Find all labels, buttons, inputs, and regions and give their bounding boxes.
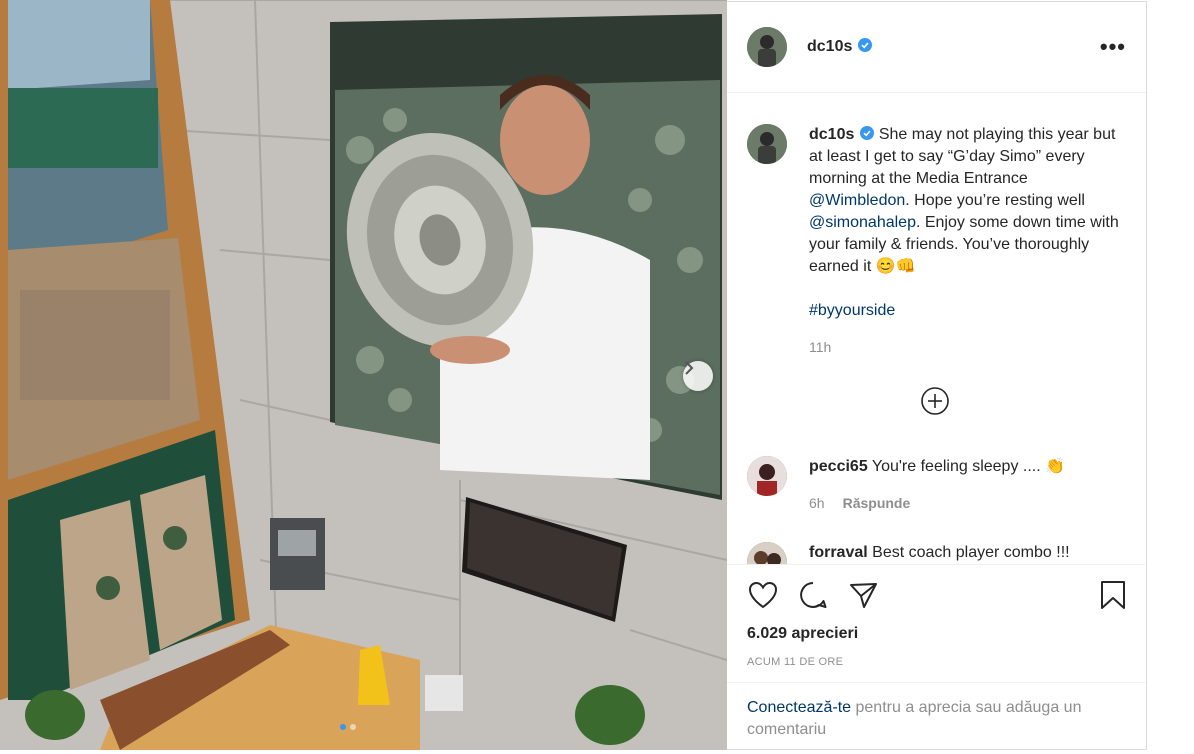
carousel-dot-1 bbox=[340, 724, 346, 730]
post-actions: 6.029 aprecieri ACUM 11 DE ORE bbox=[727, 564, 1145, 682]
comment-button[interactable] bbox=[797, 579, 829, 611]
login-link[interactable]: Conectează-te bbox=[747, 699, 851, 716]
comment-body: pecci65 You're feeling sleepy .... 👏 6h … bbox=[809, 456, 1065, 514]
caption-username[interactable]: dc10s bbox=[809, 126, 875, 143]
verified-badge-icon bbox=[858, 38, 873, 52]
author-avatar-image bbox=[747, 27, 787, 67]
carousel-indicator bbox=[340, 724, 356, 730]
comment-time: 6h bbox=[809, 495, 825, 511]
mention-wimbledon-link[interactable]: @Wimbledon bbox=[809, 192, 905, 209]
comment-username[interactable]: pecci65 bbox=[809, 458, 868, 475]
caption-username-text: dc10s bbox=[809, 126, 855, 143]
author-username-text: dc10s bbox=[807, 38, 853, 55]
hashtag-link[interactable]: #byyourside bbox=[809, 300, 1119, 322]
caption-text-2: . Hope you’re resting well bbox=[905, 192, 1085, 209]
comment-item: pecci65 You're feeling sleepy .... 👏 6h … bbox=[747, 456, 1137, 514]
commenter-avatar-image bbox=[747, 456, 787, 496]
author-avatar[interactable] bbox=[747, 27, 787, 67]
next-slide-button[interactable] bbox=[683, 361, 713, 391]
caption: dc10s She may not playing this year but … bbox=[747, 124, 1137, 358]
caption-avatar-image bbox=[747, 124, 787, 164]
post-photo[interactable] bbox=[0, 0, 727, 750]
comment-item: forraval Best coach player combo !!! bbox=[747, 542, 1137, 564]
commenter-avatar[interactable] bbox=[747, 542, 787, 564]
comment-text: You're feeling sleepy .... 👏 bbox=[871, 458, 1066, 475]
comment-bubble-icon bbox=[800, 582, 827, 608]
mention-simonahalep-link[interactable]: @simonahalep bbox=[809, 214, 916, 231]
caption-body: dc10s She may not playing this year but … bbox=[809, 124, 1119, 358]
chevron-right-icon bbox=[685, 361, 694, 375]
commenter-avatar-image bbox=[747, 542, 787, 564]
commenter-avatar[interactable] bbox=[747, 456, 787, 496]
reply-button[interactable]: Răspunde bbox=[843, 492, 911, 514]
plus-circle-icon bbox=[921, 387, 949, 415]
post-header: dc10s ••• bbox=[727, 2, 1146, 93]
caption-avatar[interactable] bbox=[747, 124, 787, 164]
comment-body: forraval Best coach player combo !!! bbox=[809, 542, 1070, 564]
caption-time: 11h bbox=[809, 339, 832, 355]
verified-badge-icon bbox=[860, 126, 875, 140]
bookmark-icon bbox=[1101, 581, 1125, 609]
post-image bbox=[0, 0, 727, 750]
more-options-button[interactable]: ••• bbox=[1100, 34, 1126, 60]
share-button[interactable] bbox=[847, 579, 879, 611]
comment-username[interactable]: forraval bbox=[809, 544, 868, 561]
load-more-comments-button[interactable] bbox=[920, 386, 950, 416]
post-timestamp[interactable]: ACUM 11 DE ORE bbox=[747, 656, 843, 668]
save-button[interactable] bbox=[1097, 579, 1129, 611]
comment-meta: 6h Răspunde bbox=[809, 492, 1065, 514]
like-button[interactable] bbox=[747, 579, 779, 611]
comment-text: Best coach player combo !!! bbox=[872, 544, 1070, 561]
paper-plane-icon bbox=[850, 583, 877, 608]
carousel-dot-2 bbox=[350, 724, 356, 730]
post-sidebar: dc10s ••• dc10s She may not playing this… bbox=[727, 1, 1147, 750]
login-prompt: Conectează-te pentru a aprecia sau adăug… bbox=[727, 682, 1145, 750]
action-icons bbox=[747, 579, 879, 611]
author-username[interactable]: dc10s bbox=[807, 38, 873, 56]
heart-icon bbox=[748, 581, 778, 609]
likes-count[interactable]: 6.029 aprecieri bbox=[747, 625, 858, 643]
comments-list[interactable]: dc10s She may not playing this year but … bbox=[727, 94, 1145, 564]
